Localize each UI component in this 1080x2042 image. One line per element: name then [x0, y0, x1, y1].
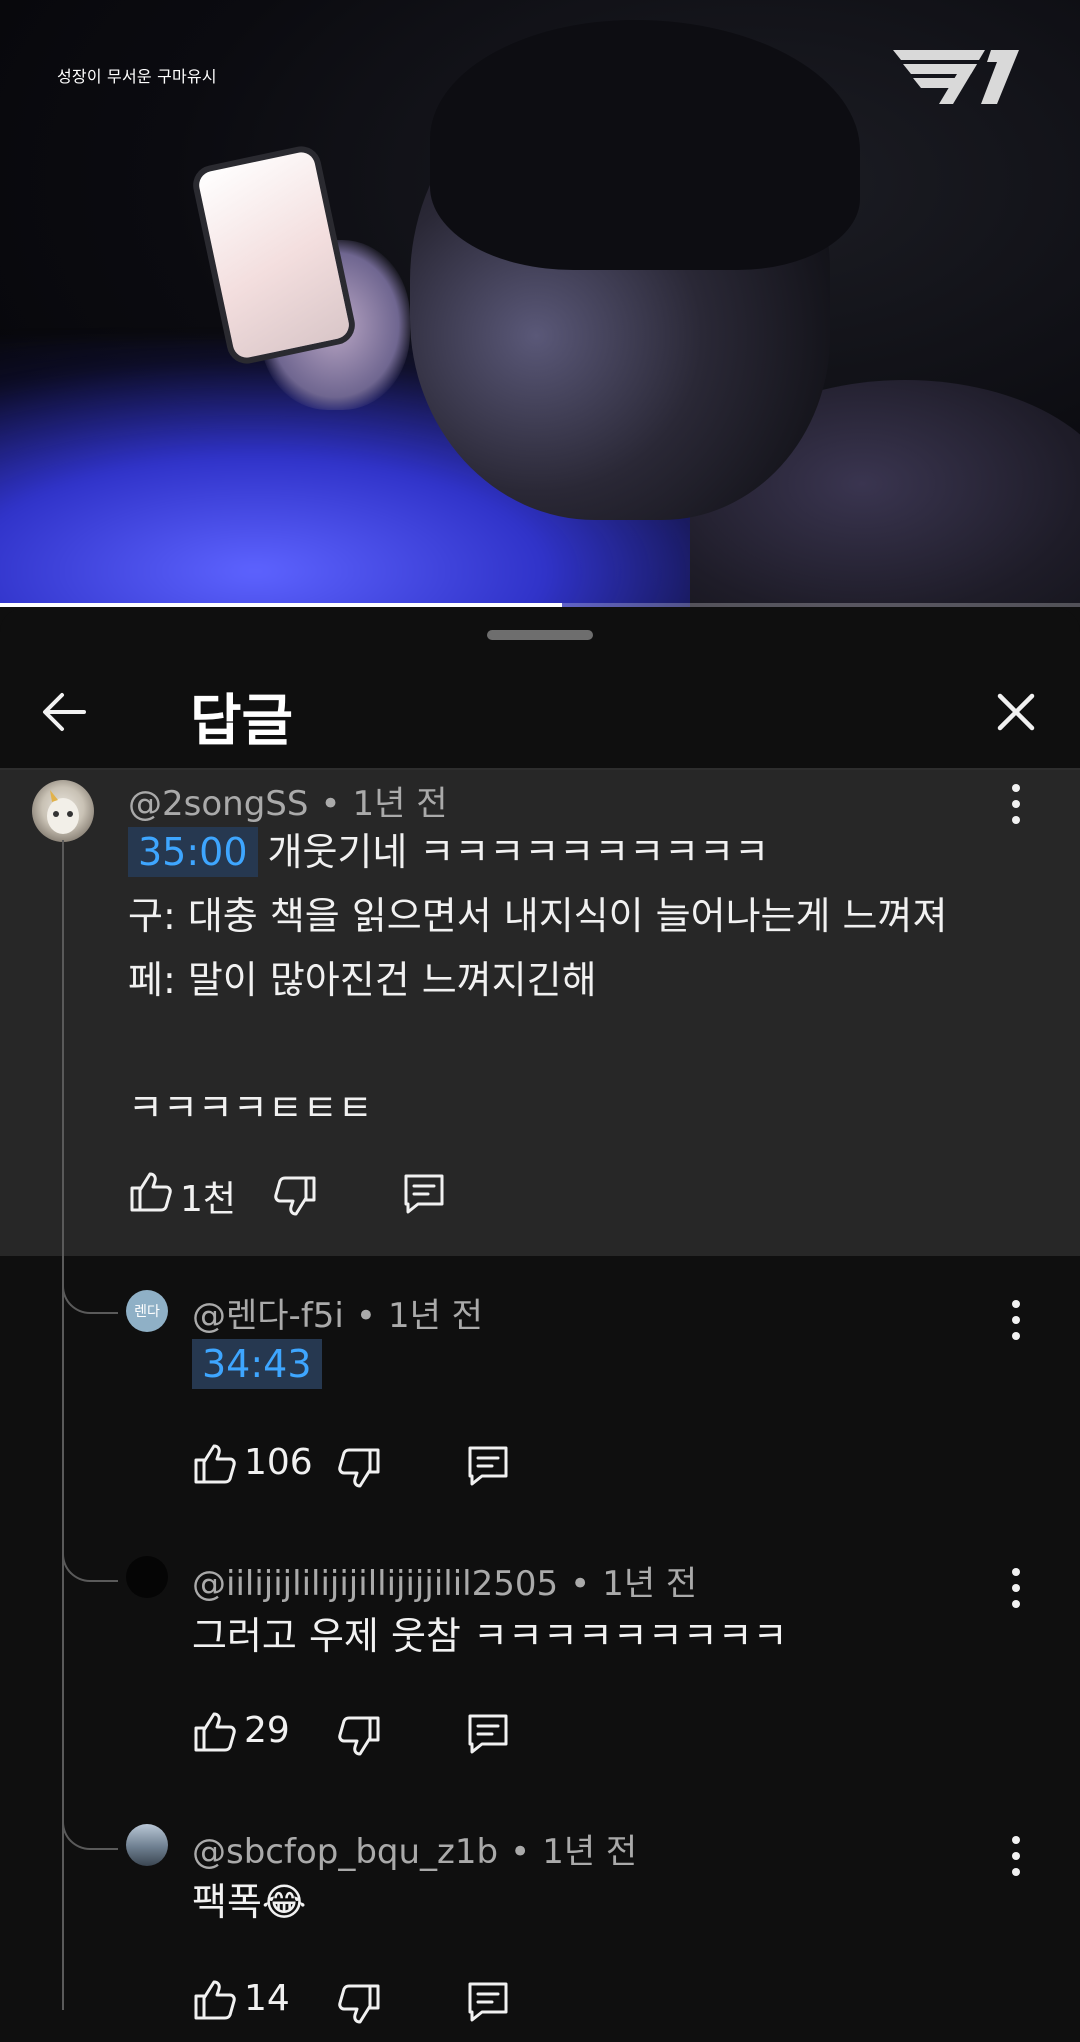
comment-meta: @2songSS • 1년 전: [128, 776, 448, 825]
reply-time: 1년 전: [387, 1296, 483, 1336]
avatar[interactable]: [126, 1556, 168, 1598]
meta-separator: •: [510, 1832, 531, 1872]
comment-actions: 1천: [126, 1168, 466, 1224]
meta-separator: •: [570, 1564, 591, 1604]
reply-time: 1년 전: [542, 1832, 638, 1872]
main-comment: @2songSS • 1년 전 35:00 개웃기네 ㅋㅋㅋㅋㅋㅋㅋㅋㅋㅋ 구: 대충…: [0, 770, 1080, 1256]
like-count: 14: [244, 1978, 290, 2019]
video-player[interactable]: 성장이 무서운 구마유시: [0, 0, 1080, 607]
arrow-left-icon[interactable]: [36, 684, 92, 740]
like-count: 29: [244, 1710, 290, 1751]
sheet-title: 답글: [190, 689, 294, 754]
replies-sheet: 답글 @2songSS • 1년 전 35:00 개웃기네 ㅋㅋㅋㅋㅋㅋㅋㅋㅋㅋ 구:…: [0, 608, 1080, 2042]
thread-line: [62, 840, 64, 2010]
reply-body: 그러고 우제 웃참 ㅋㅋㅋㅋㅋㅋㅋㅋㅋ: [192, 1614, 788, 1658]
t1-logo-icon: [893, 50, 1019, 104]
more-options-icon[interactable]: [1006, 1298, 1026, 1342]
comment-line-1-text: 개웃기네 ㅋㅋㅋㅋㅋㅋㅋㅋㅋㅋ: [267, 830, 770, 874]
more-options-icon[interactable]: [1006, 1834, 1026, 1878]
video-progress-bar[interactable]: [0, 603, 1080, 607]
thread-branch: [62, 1256, 118, 1314]
reply-icon[interactable]: [464, 1710, 512, 1758]
like-count: 1천: [180, 1179, 237, 1220]
avatar-image: [47, 790, 79, 834]
reply-body: 34:43: [192, 1332, 332, 1396]
comment-line-1: 35:00 개웃기네 ㅋㅋㅋㅋㅋㅋㅋㅋㅋㅋ: [128, 820, 947, 884]
reply-author[interactable]: @iilijijlilijijillijijjilil2505: [192, 1564, 558, 1604]
video-frame-phone: [196, 149, 352, 361]
comment-body: 35:00 개웃기네 ㅋㅋㅋㅋㅋㅋㅋㅋㅋㅋ 구: 대충 책을 읽으면서 내지식이 …: [128, 820, 947, 1140]
dislike-icon[interactable]: [272, 1172, 320, 1220]
meta-separator: •: [355, 1296, 376, 1336]
reply-meta: @sbcfop_bqu_z1b • 1년 전: [192, 1824, 637, 1873]
reply-meta: @iilijijlilijijillijijjilil2505 • 1년 전: [192, 1556, 697, 1605]
comment-author[interactable]: @2songSS: [128, 784, 308, 824]
more-options-icon[interactable]: [1006, 782, 1026, 826]
timestamp-link[interactable]: 34:43: [192, 1339, 322, 1389]
avatar[interactable]: 렌다: [126, 1290, 168, 1332]
reply-author[interactable]: @sbcfop_bqu_z1b: [192, 1832, 498, 1872]
drag-handle[interactable]: [487, 630, 593, 640]
thread-branch: [62, 1768, 118, 1850]
reply-meta: @렌다-f5i • 1년 전: [192, 1288, 483, 1337]
comment-time: 1년 전: [352, 784, 448, 824]
like-icon[interactable]: [126, 1168, 174, 1216]
like-icon[interactable]: [190, 1708, 238, 1756]
comment-line-5: ㅋㅋㅋㅋㅌㅌㅌ: [128, 1086, 373, 1130]
video-caption: 성장이 무서운 구마유시: [57, 67, 217, 86]
sheet-header: 답글: [0, 658, 1080, 768]
video-frame-hair: [430, 20, 860, 270]
reply-body: 팩폭😂: [192, 1880, 307, 1924]
dislike-icon[interactable]: [336, 1712, 384, 1760]
reply-actions: 29: [190, 1708, 530, 1764]
video-progress-fill: [0, 603, 562, 607]
like-icon[interactable]: [190, 1440, 238, 1488]
dislike-icon[interactable]: [336, 1980, 384, 2028]
reply-icon[interactable]: [464, 1442, 512, 1490]
thread-branch: [62, 1508, 118, 1582]
meta-separator: •: [320, 784, 341, 824]
close-icon[interactable]: [988, 684, 1044, 740]
reply-icon[interactable]: [400, 1170, 448, 1218]
reply-icon[interactable]: [464, 1978, 512, 2026]
avatar-initials: 렌다: [134, 1304, 160, 1320]
reply-actions: 14: [190, 1976, 530, 2032]
like-count: 106: [244, 1442, 313, 1483]
comment-blank-line: [128, 1012, 947, 1076]
comment-line-2: 구: 대충 책을 읽으면서 내지식이 늘어나는게 느껴져: [128, 894, 948, 938]
dislike-icon[interactable]: [336, 1444, 384, 1492]
reply-actions: 106: [190, 1440, 530, 1496]
avatar[interactable]: [126, 1824, 168, 1866]
timestamp-link[interactable]: 35:00: [128, 827, 258, 877]
comment-line-3: 페: 말이 많아진건 느껴지긴해: [128, 958, 597, 1002]
more-options-icon[interactable]: [1006, 1566, 1026, 1610]
reply-author[interactable]: @렌다-f5i: [192, 1296, 344, 1336]
avatar[interactable]: [32, 780, 94, 842]
like-icon[interactable]: [190, 1976, 238, 2024]
reply-time: 1년 전: [602, 1564, 698, 1604]
